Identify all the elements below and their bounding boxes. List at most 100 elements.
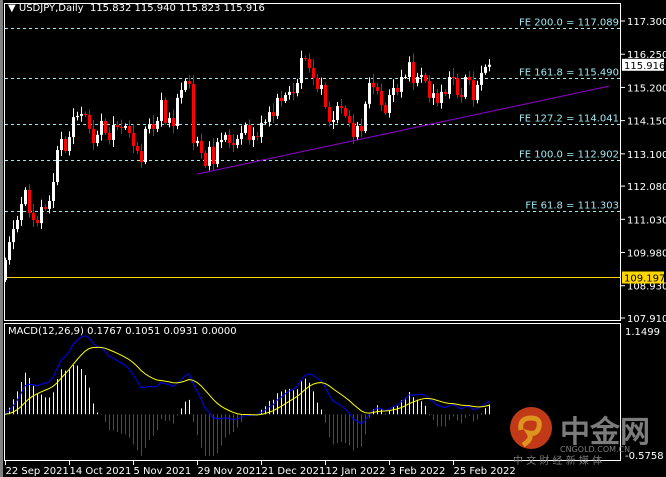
candle-bull	[400, 76, 403, 92]
price-tick-label: 113.100	[627, 150, 666, 161]
logo-tagline: 中 文 财 经 新 媒 体	[513, 454, 602, 467]
candle-bull	[148, 124, 151, 129]
candle-bull	[432, 93, 435, 98]
candle-bear	[360, 126, 363, 132]
date-label: 12 Jan 2022	[326, 466, 386, 477]
candle-bear	[304, 58, 307, 60]
candle-bull	[404, 76, 407, 78]
candle-bear	[312, 68, 315, 78]
fibonacci-levels[interactable]: FE 200.0 = 117.089 FE 161.8 = 115.490 FE 1…	[5, 18, 620, 212]
fib-label: FE 161.8 = 115.490	[519, 68, 619, 79]
candle-bull	[240, 132, 243, 139]
triangle-down-icon[interactable]: ▼	[8, 3, 19, 14]
candle-bull	[180, 89, 183, 98]
date-label: 25 Feb 2022	[454, 466, 516, 477]
candle-bear	[352, 122, 355, 138]
candle-bull	[16, 219, 19, 230]
symbol-label: USDJPY,Daily	[18, 3, 84, 14]
candle-bull	[60, 138, 63, 151]
candle-bear	[460, 95, 463, 97]
current-price-label: 115.916	[624, 61, 665, 72]
candle-bear	[152, 124, 155, 129]
candle-bear	[172, 118, 175, 127]
candle-bull	[300, 58, 303, 83]
window-left-border	[0, 0, 3, 477]
candle-bull	[276, 97, 279, 116]
candle-bull	[356, 126, 359, 138]
candle-bear	[64, 138, 67, 151]
candle-bear	[412, 62, 415, 83]
candle-bull	[52, 181, 55, 201]
ohlc-values: 115.832 115.940 115.823 115.916	[89, 3, 265, 14]
candle-bear	[188, 81, 191, 84]
candle-bull	[416, 76, 419, 83]
candle-bull	[48, 200, 51, 209]
candle-bull	[408, 62, 411, 77]
fib-label: FE 61.8 = 111.303	[525, 201, 619, 212]
date-label: 5 Nov 2021	[134, 466, 192, 477]
candle-bear	[324, 84, 327, 108]
candle-bear	[340, 106, 343, 108]
candle-bull	[464, 76, 467, 97]
candle-bear	[424, 75, 427, 82]
candle-bull	[368, 82, 371, 104]
candle-bear	[164, 100, 167, 123]
candle-bear	[468, 76, 471, 81]
candle-bear	[456, 77, 459, 96]
macd-values: 0.1767 0.1051 0.0931 0.0000	[87, 326, 237, 337]
candle-bear	[472, 80, 475, 101]
candle-bull	[336, 106, 339, 120]
candle-bear	[428, 81, 431, 98]
candle-bull	[420, 75, 423, 77]
candle-bull	[196, 140, 199, 144]
candle-bull	[480, 72, 483, 85]
candle-bear	[104, 120, 107, 133]
candle-bull	[392, 88, 395, 96]
chart-canvas[interactable]: FE 200.0 = 117.089 FE 161.8 = 115.490 FE 1…	[0, 0, 666, 477]
candle-bull	[160, 100, 163, 121]
candle-bull	[488, 64, 491, 67]
candle-bear	[256, 136, 259, 138]
candle-bull	[484, 66, 487, 73]
candle-bull	[216, 142, 219, 164]
candle-bear	[44, 206, 47, 209]
candle-bear	[88, 114, 91, 129]
date-label: 14 Oct 2021	[70, 466, 132, 477]
candle-bull	[252, 136, 255, 140]
candle-bear	[384, 105, 387, 114]
price-tick-label: 109.980	[627, 249, 666, 260]
candle-bear	[380, 90, 383, 106]
candle-bull	[448, 76, 451, 95]
price-pane-frame	[4, 3, 621, 321]
candle-bull	[268, 112, 271, 122]
candle-bear	[232, 143, 235, 145]
candle-bull	[100, 120, 103, 135]
candle-bear	[84, 113, 87, 115]
date-label: 3 Feb 2022	[390, 466, 446, 477]
candle-bull	[244, 125, 247, 133]
candle-bull	[112, 125, 115, 140]
candle-bull	[184, 81, 187, 90]
candle-bear	[248, 125, 251, 140]
fib-label: FE 127.2 = 114.041	[519, 114, 619, 125]
candle-bear	[128, 126, 131, 133]
macd-label: MACD(12,26,9)	[8, 326, 84, 337]
candle-bear	[28, 189, 31, 213]
macd-indicator	[4, 335, 490, 456]
price-axis: 117.300116.250115.200114.150113.100112.0…	[621, 17, 666, 325]
candle-bear	[344, 107, 347, 116]
chart-header: ▼ USDJPY,Daily 115.832 115.940 115.823 1…	[8, 3, 265, 14]
candle-bear	[308, 58, 311, 69]
candle-bear	[212, 146, 215, 164]
candle-bull	[4, 260, 7, 281]
macd-header: MACD(12,26,9) 0.1767 0.1051 0.0931 0.000…	[8, 326, 237, 337]
candle-bull	[72, 117, 75, 138]
candle-bull	[12, 229, 15, 243]
candle-bear	[136, 145, 139, 151]
fib-label: FE 200.0 = 117.089	[519, 18, 619, 29]
candle-bull	[224, 134, 227, 140]
candle-bear	[140, 150, 143, 163]
candle-bear	[192, 83, 195, 144]
candle-bull	[296, 82, 299, 94]
logo-domain: CNGOLD.COM.CN	[560, 445, 630, 454]
